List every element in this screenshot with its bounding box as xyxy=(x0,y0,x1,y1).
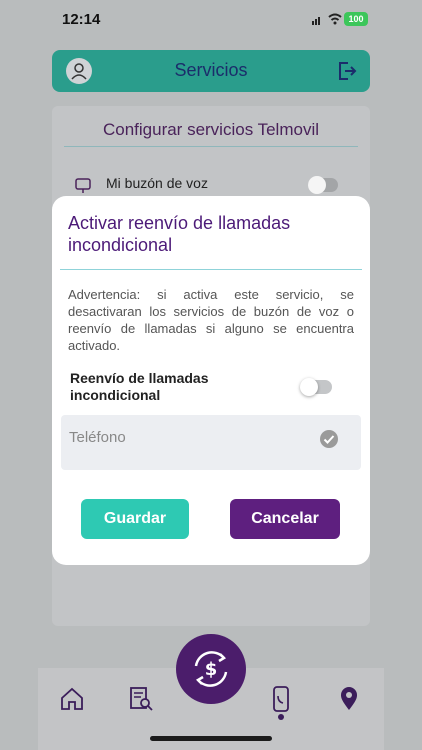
status-time: 12:14 xyxy=(62,11,101,28)
phone-icon[interactable] xyxy=(268,686,294,712)
check-circle-icon xyxy=(320,430,338,448)
voicemail-toggle[interactable] xyxy=(308,176,338,194)
home-indicator xyxy=(150,736,272,741)
payment-icon: $ xyxy=(194,651,228,687)
toggle-knob xyxy=(308,176,326,194)
modal-divider xyxy=(60,269,362,270)
save-button[interactable]: Guardar xyxy=(81,499,189,539)
signal-icon xyxy=(312,17,320,25)
logout-icon[interactable] xyxy=(336,60,358,82)
forwarding-modal: Activar reenvío de llamadas incondiciona… xyxy=(52,196,370,565)
phone-placeholder: Teléfono xyxy=(69,429,126,446)
forwarding-toggle[interactable] xyxy=(300,378,332,396)
services-card-title: Configurar servicios Telmovil xyxy=(102,120,320,139)
active-indicator xyxy=(278,714,284,720)
wifi-icon xyxy=(328,13,342,25)
location-icon[interactable] xyxy=(336,686,362,712)
toggle-knob xyxy=(300,378,318,396)
payment-button[interactable]: $ xyxy=(176,634,246,704)
document-search-icon[interactable] xyxy=(128,686,154,712)
modal-title: Activar reenvío de llamadas incondiciona… xyxy=(68,213,291,255)
cancel-button[interactable]: Cancelar xyxy=(230,499,340,539)
page-title: Servicios xyxy=(174,60,248,80)
status-bar: 12:14 100 xyxy=(0,0,422,44)
battery-indicator: 100 xyxy=(344,12,368,26)
forwarding-toggle-label: Reenvío de llamadas incondicional xyxy=(70,370,209,403)
divider xyxy=(64,146,358,147)
home-icon[interactable] xyxy=(59,686,85,712)
warning-text: Advertencia: si activa este servicio, se… xyxy=(68,287,354,353)
voicemail-label: Mi buzón de voz xyxy=(106,175,208,191)
phone-input[interactable]: Teléfono xyxy=(61,415,361,470)
svg-text:$: $ xyxy=(205,659,218,680)
voicemail-icon xyxy=(75,178,91,193)
app-header: Servicios xyxy=(52,50,370,92)
